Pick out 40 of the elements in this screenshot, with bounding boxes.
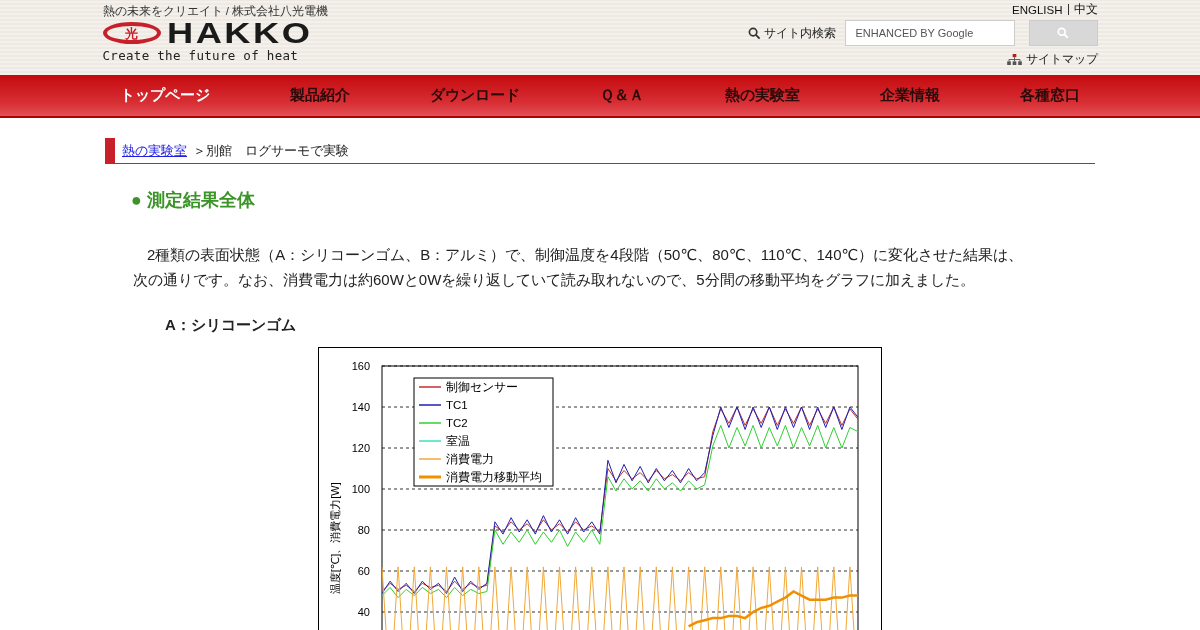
y-tick-label: 60 <box>357 565 370 577</box>
legend-label: TC1 <box>446 399 468 411</box>
y-tick-label: 100 <box>351 483 370 495</box>
search-label: サイト内検索 <box>763 24 836 42</box>
legend-label: 制御センサー <box>446 381 518 393</box>
y-tick-label: 160 <box>351 360 370 372</box>
nav-item[interactable]: 製品紹介 <box>270 86 371 105</box>
legend-label: 消費電力移動平均 <box>446 471 542 483</box>
y-tick-label: 120 <box>351 442 370 454</box>
search-icon <box>1057 27 1069 39</box>
language-link[interactable]: 中文 <box>1073 2 1098 17</box>
legend-label: TC2 <box>446 417 468 429</box>
slogan: Create the future of heat <box>102 48 300 63</box>
body-paragraph: 2種類の表面状態（A：シリコーンゴム、B：アルミ）で、制御温度を4段階（50℃、80℃、110℃、140℃）に変化させた結果は、次の通りです。なお、消費電力は約60Wと0Wを繰り返していて読み取れないので、5分間の移動平均をグラフに加えました。 <box>133 245 1025 290</box>
search-button[interactable] <box>1028 20 1098 46</box>
y-tick-label: 80 <box>357 524 370 536</box>
y-axis-title: 温度[℃]、消費電力[W] <box>329 482 341 595</box>
logo-wordmark[interactable]: HAKKO <box>166 21 312 45</box>
y-tick-label: 40 <box>357 606 370 618</box>
sitemap-icon <box>1006 54 1022 65</box>
tagline: 熱の未来をクリエイト / 株式会社八光電機 <box>102 4 329 19</box>
search-field[interactable]: ENHANCED BY Google <box>844 20 1015 46</box>
legend-label: 室温 <box>446 435 470 447</box>
sitemap-link[interactable]: サイトマップ <box>1025 51 1098 68</box>
nav-item[interactable]: トップページ <box>100 86 230 105</box>
nav-item[interactable]: 各種窓口 <box>999 86 1100 105</box>
y-tick-label: 140 <box>351 401 370 413</box>
subheading: A：シリコーンゴム <box>165 316 297 335</box>
nav-item[interactable]: 熱の実験室 <box>704 86 820 105</box>
breadcrumb-current: ＞別館 ログサーモで実験 <box>193 141 349 160</box>
logo-mark[interactable]: 光 <box>102 22 161 44</box>
nav-item[interactable]: ダウンロード <box>410 86 541 105</box>
nav-item[interactable]: 企業情報 <box>859 86 960 105</box>
language-link[interactable]: ENGLISH <box>1012 3 1063 16</box>
breadcrumb-link[interactable]: 熱の実験室 <box>122 141 187 160</box>
search-icon <box>747 26 761 40</box>
nav-item[interactable]: Ｑ＆Ａ <box>580 86 665 105</box>
legend-label: 消費電力 <box>446 453 494 465</box>
breadcrumb-marker <box>105 138 115 163</box>
section-heading: ● 測定結果全体 <box>131 189 256 212</box>
